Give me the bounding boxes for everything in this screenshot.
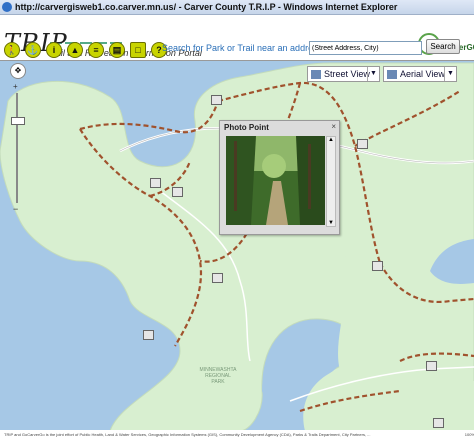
photo-point-popup: Photo Point × ▲ ▼ <box>219 120 340 235</box>
footer-text: TRIP and GoCarverGo is the joint effort … <box>4 432 371 437</box>
tent-icon[interactable]: ▲ <box>67 41 83 58</box>
footer-credits: TRIP and GoCarverGo is the joint effort … <box>0 430 474 439</box>
park-label-line: PARK <box>211 379 225 385</box>
zoom-in-button[interactable]: + <box>13 83 21 91</box>
aerial-view-icon <box>387 70 397 80</box>
street-view-button[interactable]: Street View ▼ <box>307 66 380 82</box>
photo-point-marker[interactable] <box>150 178 161 188</box>
boat-icon[interactable]: ⚓ <box>25 41 41 58</box>
hiker-icon[interactable]: 🚶 <box>4 41 20 58</box>
photo-point-marker[interactable] <box>172 187 183 197</box>
popup-title: Photo Point <box>224 123 269 132</box>
window-titlebar: http://carvergisweb1.co.carver.mn.us/ - … <box>0 0 474 15</box>
print-icon[interactable]: ▤ <box>109 41 125 58</box>
photo-point-marker[interactable] <box>426 361 437 371</box>
zoom-out-button[interactable]: − <box>13 205 21 214</box>
search-label: Search for Park or Trail near an address… <box>162 43 325 53</box>
pan-control-icon[interactable]: ✥ <box>10 63 26 79</box>
park-label: MINNEWASHTA REGIONAL PARK <box>196 367 240 385</box>
photo-point-marker[interactable] <box>357 139 368 149</box>
layers-icon[interactable]: □ <box>130 41 146 58</box>
search-button[interactable]: Search <box>426 39 460 54</box>
list-icon[interactable]: ≡ <box>88 41 104 58</box>
photo-point-marker[interactable] <box>143 330 154 340</box>
trail-photo <box>226 136 325 225</box>
zoom-slider-thumb[interactable] <box>11 117 25 125</box>
photo-point-marker[interactable] <box>212 273 223 283</box>
street-view-label: Street View <box>324 69 370 79</box>
photo-point-marker[interactable] <box>433 418 444 428</box>
popup-close-icon[interactable]: × <box>331 122 336 131</box>
zoom-control: ✥ + − <box>10 63 26 214</box>
photo-point-marker[interactable] <box>372 261 383 271</box>
aerial-view-dropdown-icon[interactable]: ▼ <box>444 67 456 81</box>
browser-icon <box>2 2 12 12</box>
scroll-up-icon[interactable]: ▲ <box>327 137 335 143</box>
aerial-view-button[interactable]: Aerial View ▼ <box>383 66 457 82</box>
window-title: http://carvergisweb1.co.carver.mn.us/ - … <box>15 2 398 12</box>
street-view-dropdown-icon[interactable]: ▼ <box>367 67 379 81</box>
zoom-level[interactable]: 100% <box>465 430 474 439</box>
info-icon[interactable]: i <box>46 41 62 58</box>
scroll-down-icon[interactable]: ▼ <box>327 220 335 226</box>
photo-point-marker[interactable] <box>211 95 222 105</box>
toolbar-icons: 🚶 ⚓ i ▲ ≡ ▤ □? <box>4 41 172 58</box>
address-search-input[interactable] <box>309 41 422 55</box>
popup-scrollbar[interactable]: ▲ ▼ <box>326 136 336 227</box>
aerial-view-label: Aerial View <box>400 69 445 79</box>
zoom-track[interactable] <box>16 93 18 203</box>
street-view-icon <box>311 70 321 80</box>
